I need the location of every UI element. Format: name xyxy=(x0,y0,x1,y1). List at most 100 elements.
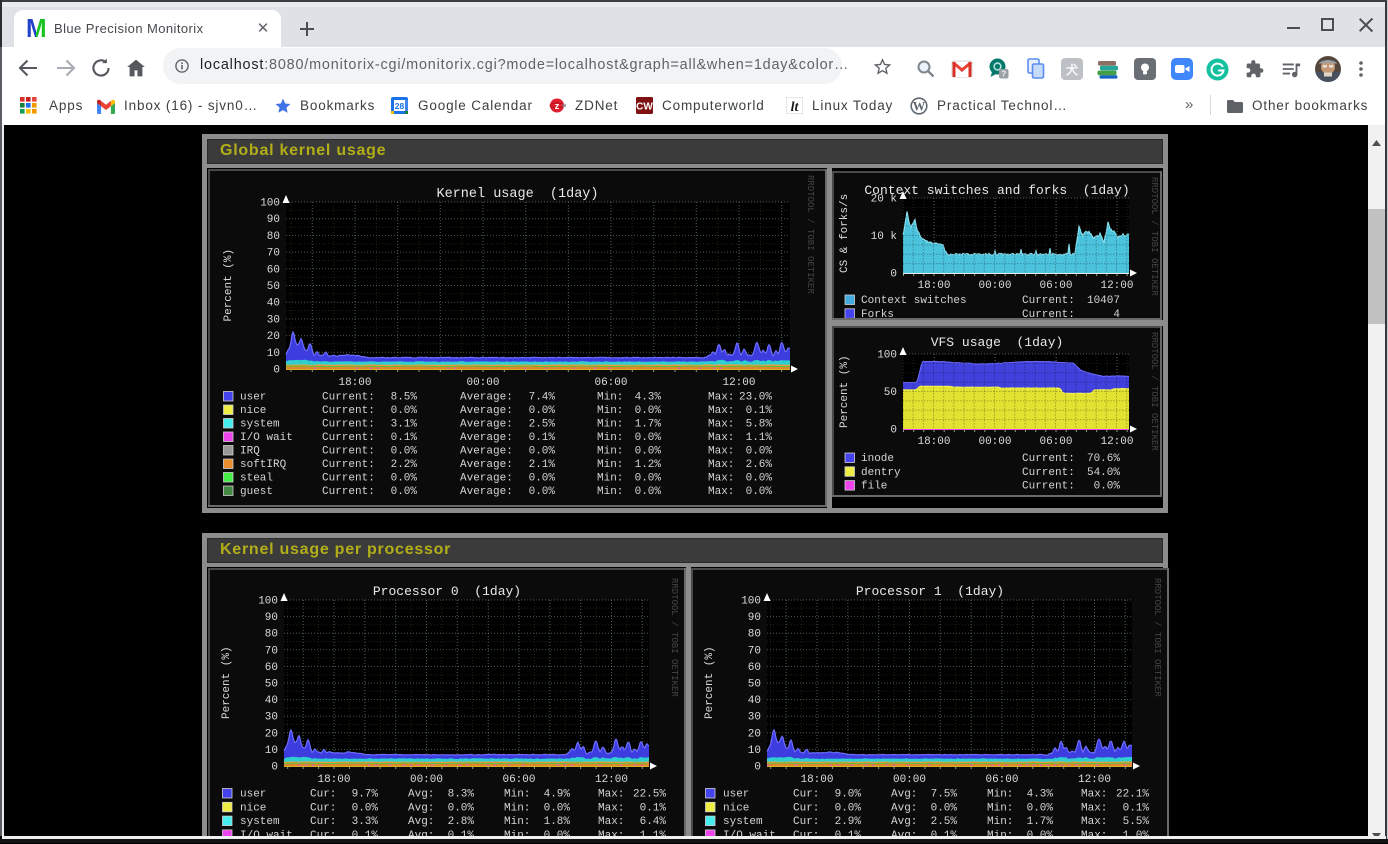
svg-text:Max:: Max: xyxy=(598,789,624,801)
svg-text:Cur:: Cur: xyxy=(310,802,336,814)
svg-text:Average:: Average: xyxy=(460,419,513,431)
svg-text:20: 20 xyxy=(265,728,278,740)
svg-text:IRQ: IRQ xyxy=(240,446,260,458)
svg-text:Cur:: Cur: xyxy=(793,816,819,828)
svg-text:2.1%: 2.1% xyxy=(529,459,556,471)
svg-text:Avg:: Avg: xyxy=(891,802,917,814)
svg-text:Average:: Average: xyxy=(460,446,513,458)
svg-text:?: ? xyxy=(1001,69,1006,79)
svg-text:Min:: Min: xyxy=(597,473,623,485)
svg-text:Current:: Current: xyxy=(1022,467,1075,479)
svg-text:0.1%: 0.1% xyxy=(529,432,556,444)
svg-text:RRDTOOL / TOBI OETIKER: RRDTOOL / TOBI OETIKER xyxy=(1149,332,1159,451)
svg-text:60: 60 xyxy=(265,662,278,674)
svg-text:nice: nice xyxy=(723,802,749,814)
svg-text:I/O wait: I/O wait xyxy=(240,432,293,444)
svg-text:0.1%: 0.1% xyxy=(391,432,418,444)
svg-text:70: 70 xyxy=(748,645,761,657)
svg-text:Cur:: Cur: xyxy=(310,816,336,828)
svg-text:Max:: Max: xyxy=(708,459,734,471)
svg-text:VFS usage (1day): VFS usage (1day) xyxy=(931,335,1064,350)
svg-text:Max:: Max: xyxy=(708,473,734,485)
svg-text:30: 30 xyxy=(265,712,278,724)
svg-text:z: z xyxy=(555,101,560,112)
svg-text:Min:: Min: xyxy=(504,789,530,801)
svg-text:70: 70 xyxy=(267,248,280,260)
svg-text:0: 0 xyxy=(271,762,278,774)
svg-text:70: 70 xyxy=(265,645,278,657)
svg-text:Average:: Average: xyxy=(460,486,513,498)
svg-text:Min:: Min: xyxy=(597,486,623,498)
svg-text:1.7%: 1.7% xyxy=(635,419,662,431)
svg-text:Max:: Max: xyxy=(708,405,734,417)
svg-text:2.2%: 2.2% xyxy=(391,459,418,471)
svg-text:Max:: Max: xyxy=(708,432,734,444)
svg-text:Current:: Current: xyxy=(322,446,375,458)
svg-text:Current:: Current: xyxy=(322,432,375,444)
svg-text:23.0%: 23.0% xyxy=(739,392,772,404)
svg-text:0: 0 xyxy=(890,269,897,281)
svg-text:2.5%: 2.5% xyxy=(931,816,958,828)
svg-text:1.2%: 1.2% xyxy=(635,459,662,471)
svg-text:0: 0 xyxy=(754,762,761,774)
svg-text:4.3%: 4.3% xyxy=(1027,789,1054,801)
svg-text:Max:: Max: xyxy=(708,486,734,498)
svg-text:22.1%: 22.1% xyxy=(1116,789,1149,801)
svg-text:Current:: Current: xyxy=(1022,481,1075,493)
svg-text:Max:: Max: xyxy=(598,802,624,814)
svg-text:CW: CW xyxy=(636,101,653,112)
svg-text:0.0%: 0.0% xyxy=(352,802,379,814)
svg-text:22.5%: 22.5% xyxy=(633,789,666,801)
svg-text:0.0%: 0.0% xyxy=(391,446,418,458)
svg-text:00:00: 00:00 xyxy=(410,774,443,786)
svg-text:Current:: Current: xyxy=(322,405,375,417)
svg-text:18:00: 18:00 xyxy=(917,280,950,292)
svg-text:3.3%: 3.3% xyxy=(352,816,379,828)
svg-text:90: 90 xyxy=(267,214,280,226)
svg-text:Min:: Min: xyxy=(504,802,530,814)
svg-text:0.0%: 0.0% xyxy=(635,473,662,485)
svg-text:Current:: Current: xyxy=(322,419,375,431)
svg-text:20 k: 20 k xyxy=(871,194,898,206)
svg-text:Percent (%): Percent (%) xyxy=(223,249,235,322)
svg-text:dentry: dentry xyxy=(861,467,901,479)
svg-text:18:00: 18:00 xyxy=(338,377,371,389)
svg-text:0.0%: 0.0% xyxy=(1094,481,1121,493)
svg-text:0: 0 xyxy=(273,365,280,377)
svg-text:Percent (%): Percent (%) xyxy=(221,646,233,719)
svg-text:18:00: 18:00 xyxy=(800,774,833,786)
svg-text:0.0%: 0.0% xyxy=(746,473,773,485)
svg-text:50: 50 xyxy=(884,387,897,399)
svg-text:10: 10 xyxy=(748,745,761,757)
svg-text:steal: steal xyxy=(240,473,273,485)
svg-text:12:00: 12:00 xyxy=(1100,280,1133,292)
svg-text:Average:: Average: xyxy=(460,432,513,444)
svg-text:0.0%: 0.0% xyxy=(746,446,773,458)
svg-text:system: system xyxy=(723,816,763,828)
svg-text:0.0%: 0.0% xyxy=(391,405,418,417)
svg-text:30: 30 xyxy=(748,712,761,724)
svg-text:0.0%: 0.0% xyxy=(931,802,958,814)
svg-text:Avg:: Avg: xyxy=(891,816,917,828)
svg-text:10: 10 xyxy=(265,745,278,757)
svg-text:Min:: Min: xyxy=(987,816,1013,828)
svg-text:Min:: Min: xyxy=(987,789,1013,801)
svg-text:30: 30 xyxy=(267,314,280,326)
svg-text:100: 100 xyxy=(741,596,761,608)
svg-text:Kernel usage (1day): Kernel usage (1day) xyxy=(436,187,598,202)
svg-text:Percent (%): Percent (%) xyxy=(704,646,716,719)
svg-text:100: 100 xyxy=(877,350,897,362)
svg-text:18:00: 18:00 xyxy=(317,774,350,786)
svg-text:Processor 0 (1day): Processor 0 (1day) xyxy=(373,584,521,599)
svg-text:Avg:: Avg: xyxy=(408,816,434,828)
svg-text:Max:: Max: xyxy=(598,816,624,828)
svg-text:1.1%: 1.1% xyxy=(746,432,773,444)
svg-text:12:00: 12:00 xyxy=(1100,436,1133,448)
svg-text:Avg:: Avg: xyxy=(891,789,917,801)
svg-text:Avg:: Avg: xyxy=(408,789,434,801)
svg-text:Current:: Current: xyxy=(322,473,375,485)
svg-text:Context switches: Context switches xyxy=(861,295,967,307)
svg-text:RRDTOOL / TOBI OETIKER: RRDTOOL / TOBI OETIKER xyxy=(1149,177,1159,296)
svg-text:Max:: Max: xyxy=(1081,816,1107,828)
svg-text:Min:: Min: xyxy=(504,816,530,828)
